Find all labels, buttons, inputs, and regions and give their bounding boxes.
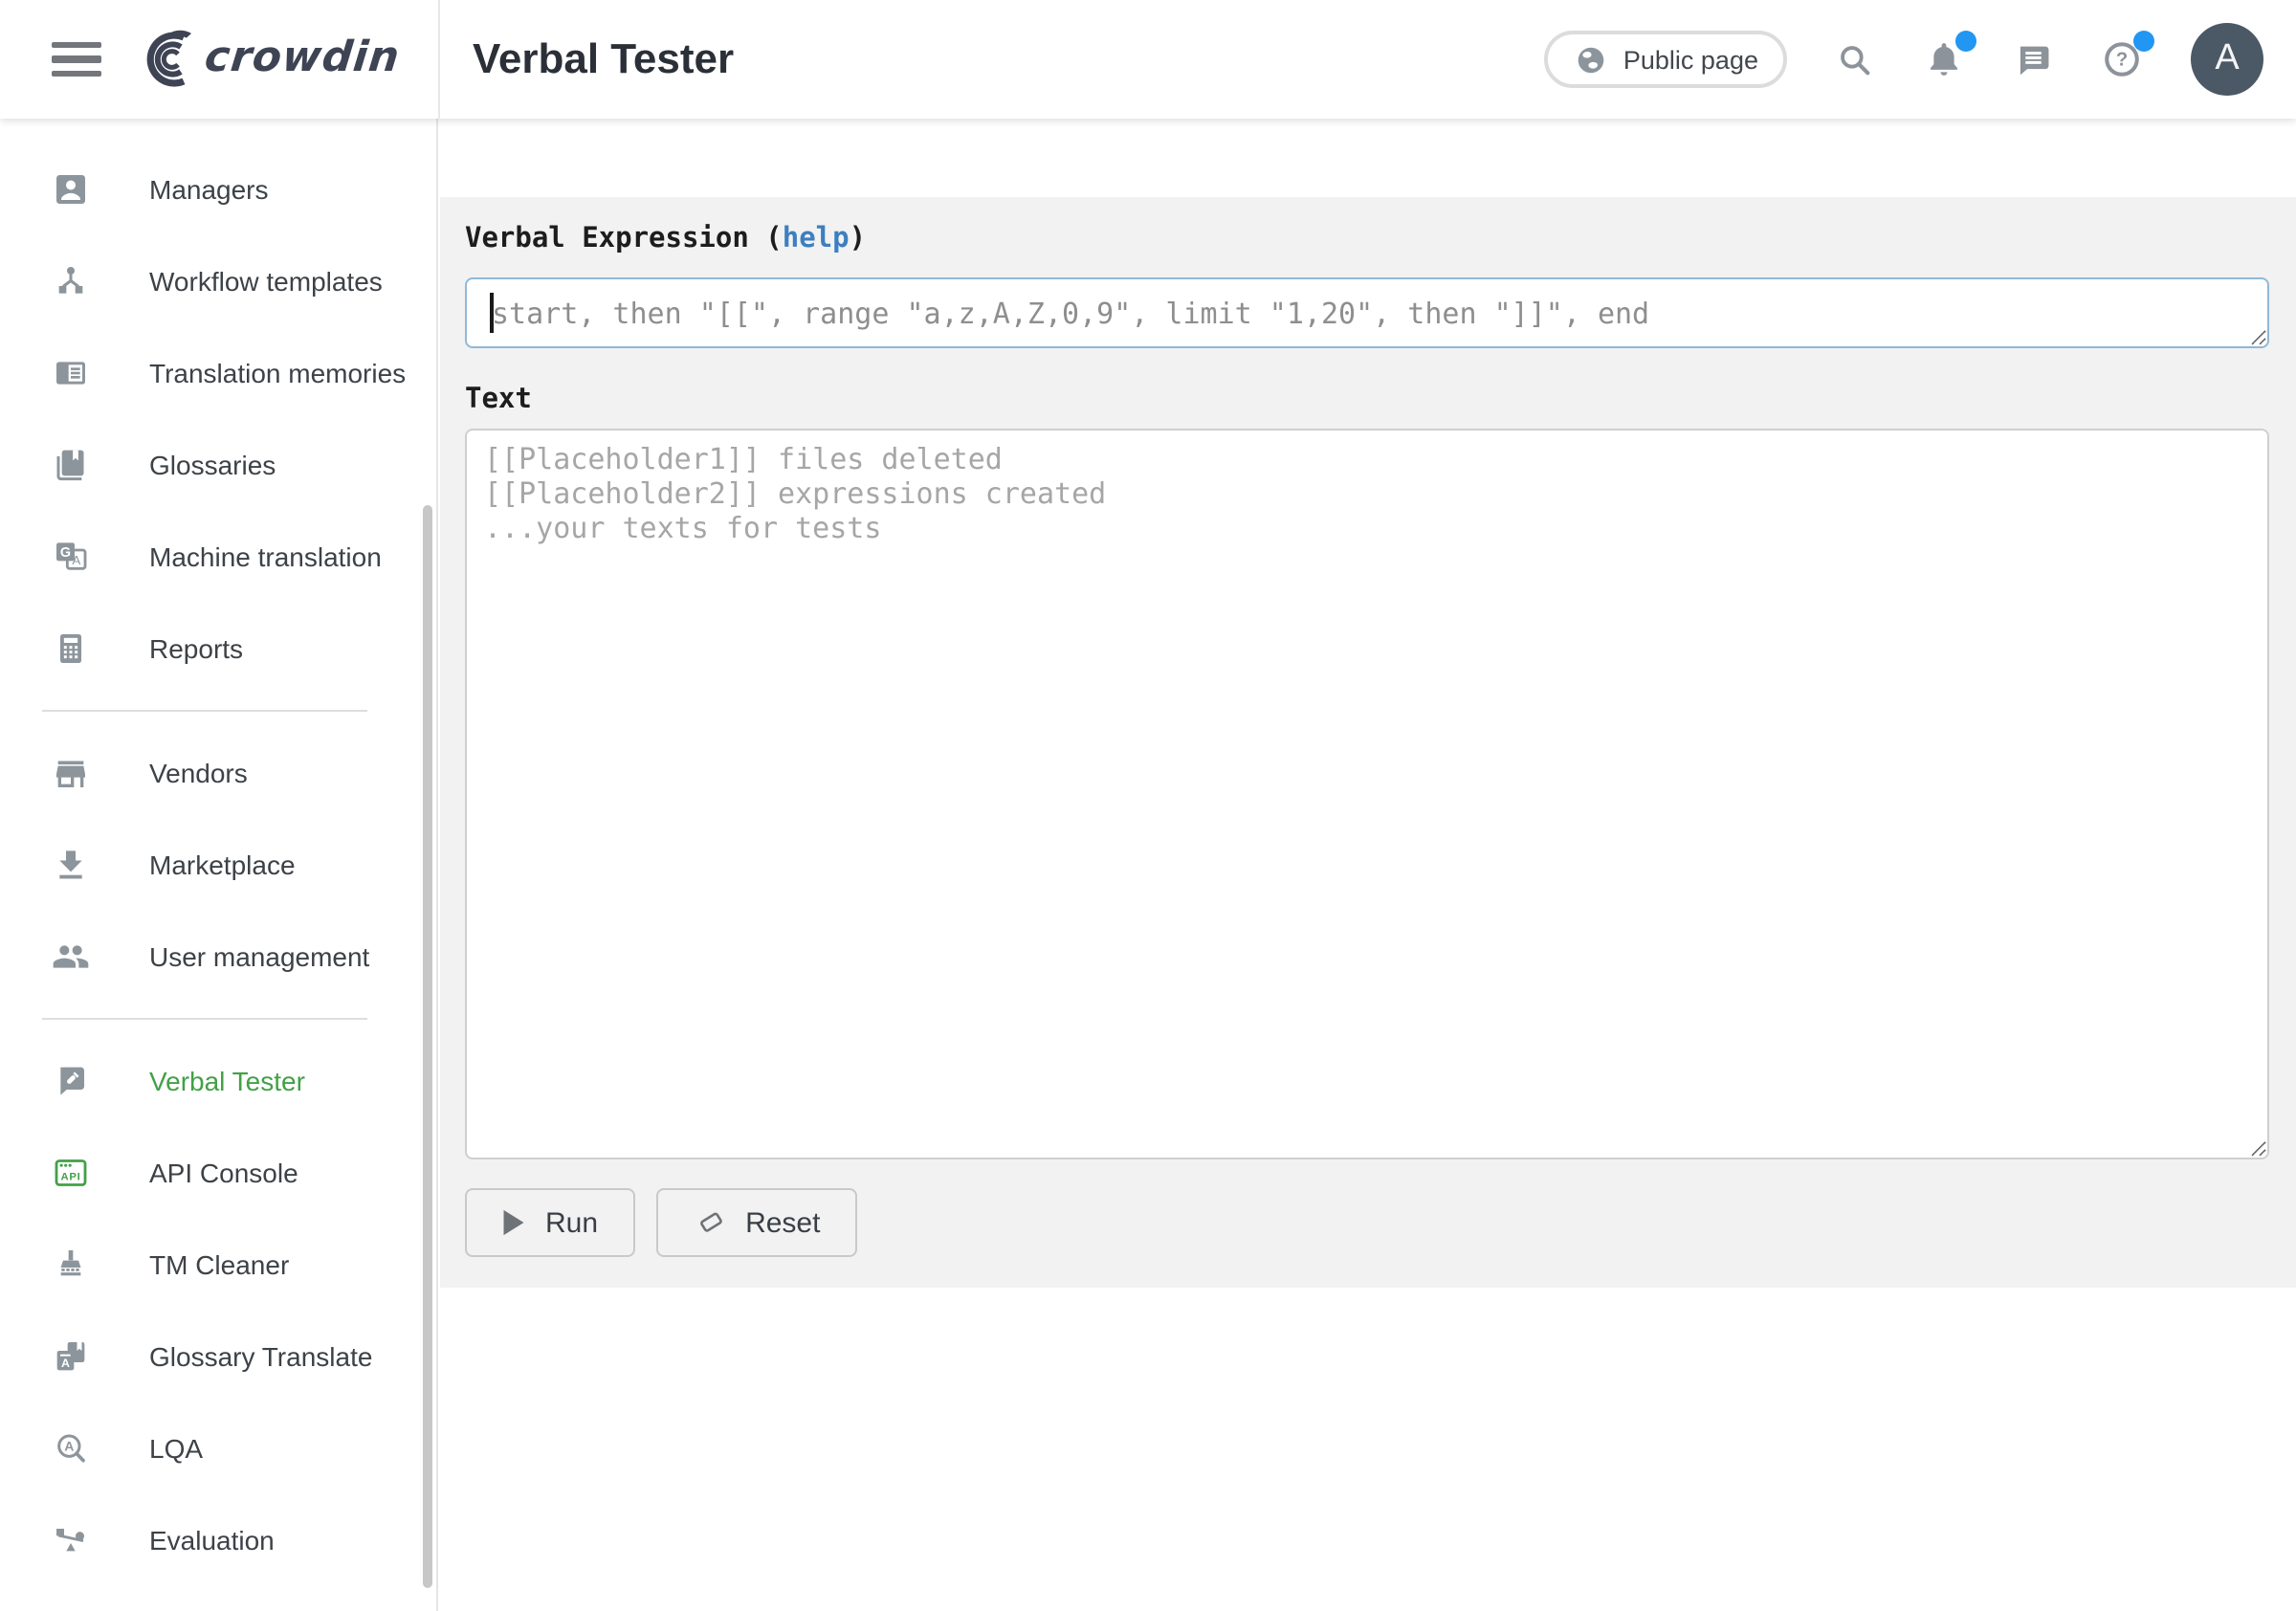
sidebar-item-label: User management [149, 941, 369, 972]
expression-label-close: ) [850, 224, 866, 254]
svg-text:A: A [61, 1357, 70, 1370]
reset-button-label: Reset [745, 1206, 820, 1239]
crowdin-bird-icon [124, 27, 201, 92]
page-title: Verbal Tester [473, 34, 734, 84]
sidebar-item-label: Marketplace [149, 850, 296, 880]
text-cursor [490, 293, 493, 333]
sidebar-item-label: Translation memories [149, 358, 406, 388]
run-button[interactable]: Run [465, 1188, 634, 1257]
chat-icon [2013, 39, 2053, 79]
crowdin-logo-text: crowdin [203, 38, 402, 80]
sidebar-item-user-management[interactable]: User management [0, 911, 436, 1003]
workflow-templates-icon [52, 262, 90, 300]
crowdin-logo[interactable]: crowdin [124, 27, 400, 92]
sidebar-scrollbar[interactable] [423, 505, 432, 1588]
tm-cleaner-icon [52, 1246, 90, 1284]
verbal-expression-input[interactable] [465, 277, 2269, 348]
messages-button[interactable] [2013, 39, 2053, 79]
sidebar-item-label: API Console [149, 1158, 298, 1188]
marketplace-icon [52, 846, 90, 884]
public-page-label: Public page [1623, 45, 1758, 74]
sidebar-item-label: Evaluation [149, 1525, 275, 1556]
text-label: Text [465, 381, 2269, 419]
sidebar-item-marketplace[interactable]: Marketplace [0, 819, 436, 911]
sidebar-item-label: TM Cleaner [149, 1249, 289, 1280]
reports-icon [52, 629, 90, 668]
main-content: Verbal Expression (help) Text Run [440, 119, 2296, 1611]
sidebar-item-label: Reports [149, 633, 243, 664]
evaluation-icon [52, 1521, 90, 1559]
run-button-label: Run [545, 1206, 598, 1239]
sidebar-item-managers[interactable]: Managers [0, 143, 436, 235]
avatar-initial: A [2215, 38, 2239, 80]
help-button[interactable]: ? [2101, 38, 2143, 80]
vendors-icon [52, 754, 90, 792]
sidebar-item-glossaries[interactable]: Glossaries [0, 419, 436, 511]
machine-translation-icon: A G [52, 538, 90, 576]
globe-icon [1574, 41, 1610, 77]
sidebar-item-label: LQA [149, 1433, 203, 1464]
expression-label-text: Verbal Expression ( [465, 224, 783, 254]
notifications-button[interactable] [1923, 38, 1965, 80]
sidebar-item-verbal-tester[interactable]: Verbal Tester [0, 1035, 436, 1127]
verbal-tester-panel: Verbal Expression (help) Text Run [440, 197, 2296, 1288]
search-button[interactable] [1835, 39, 1875, 79]
svg-text:G: G [60, 545, 71, 561]
sidebar-item-label: Managers [149, 174, 269, 205]
sidebar-item-translation-memories[interactable]: Translation memories [0, 327, 436, 419]
user-management-icon [52, 938, 90, 976]
sidebar: Managers Workflow templates Translation … [0, 119, 438, 1611]
sidebar-item-workflow-templates[interactable]: Workflow templates [0, 235, 436, 327]
header-actions: Public page [1545, 23, 2296, 96]
user-avatar[interactable]: A [2191, 23, 2263, 96]
sidebar-item-lqa[interactable]: A LQA [0, 1402, 436, 1494]
sidebar-item-label: Verbal Tester [149, 1066, 305, 1096]
search-icon [1835, 39, 1875, 79]
sidebar-item-label: Glossary Translate [149, 1341, 372, 1372]
help-badge [2133, 31, 2154, 52]
api-console-icon: API [52, 1154, 90, 1192]
sidebar-item-label: Workflow templates [149, 266, 383, 297]
glossaries-icon [52, 446, 90, 484]
sidebar-item-vendors[interactable]: Vendors [0, 727, 436, 819]
app-header: crowdin Verbal Tester Public page [0, 0, 2296, 119]
sidebar-item-reports[interactable]: Reports [0, 603, 436, 695]
sidebar-item-glossary-translate[interactable]: A Glossary Translate [0, 1311, 436, 1402]
reset-button[interactable]: Reset [655, 1188, 856, 1257]
sidebar-item-machine-translation[interactable]: A G Machine translation [0, 511, 436, 603]
sidebar-item-evaluation[interactable]: Evaluation [0, 1494, 436, 1586]
text-input[interactable] [465, 429, 2269, 1159]
sidebar-divider [42, 710, 367, 712]
expression-label: Verbal Expression (help) [465, 220, 2269, 258]
glossary-translate-icon: A [52, 1337, 90, 1376]
sidebar-item-label: Glossaries [149, 450, 276, 480]
managers-icon [52, 170, 90, 209]
header-logo-zone: crowdin [0, 0, 440, 119]
play-icon [501, 1209, 526, 1236]
action-buttons: Run Reset [465, 1188, 2269, 1257]
lqa-icon: A [52, 1429, 90, 1468]
public-page-button[interactable]: Public page [1545, 31, 1787, 88]
svg-text:API: API [61, 1172, 81, 1183]
notifications-badge [1955, 31, 1976, 52]
sidebar-item-tm-cleaner[interactable]: TM Cleaner [0, 1219, 436, 1311]
translation-memories-icon [52, 354, 90, 392]
eraser-icon [692, 1207, 726, 1238]
sidebar-item-label: Vendors [149, 758, 248, 788]
verbal-tester-icon [52, 1062, 90, 1100]
svg-text:A: A [64, 1439, 74, 1454]
svg-text:?: ? [2116, 50, 2128, 71]
sidebar-item-api-console[interactable]: API API Console [0, 1127, 436, 1219]
hamburger-menu-icon[interactable] [52, 42, 101, 77]
sidebar-divider [42, 1018, 367, 1020]
sidebar-item-label: Machine translation [149, 541, 382, 572]
help-link[interactable]: help [783, 224, 850, 254]
